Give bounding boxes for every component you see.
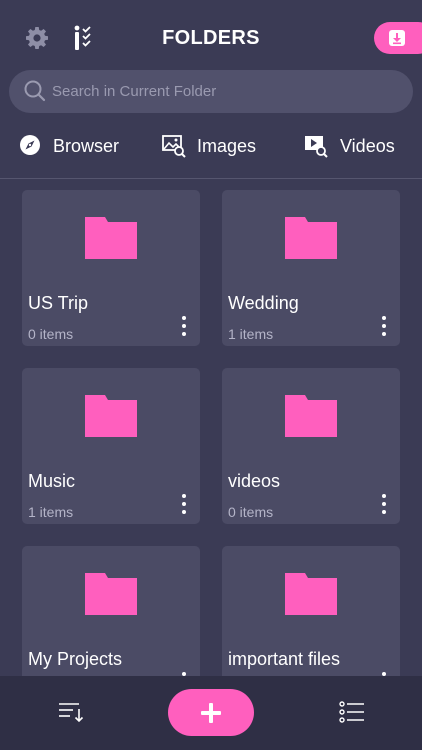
more-options-icon[interactable]	[174, 492, 194, 516]
tab-videos-label: Videos	[340, 136, 395, 156]
folder-card[interactable]: My Projects	[22, 546, 200, 676]
tab-videos[interactable]: Videos	[304, 128, 404, 164]
more-options-icon[interactable]	[374, 492, 394, 516]
folder-card[interactable]: videos 0 items	[222, 368, 400, 524]
folder-name: important files	[228, 649, 341, 669]
folder-item-count: 1 items	[228, 326, 274, 342]
more-options-icon[interactable]	[174, 314, 194, 338]
folder-card[interactable]: US Trip 0 items	[22, 190, 200, 346]
tab-browser[interactable]: Browser	[18, 128, 130, 164]
folder-name: Music	[28, 471, 76, 491]
bottom-toolbar	[0, 676, 422, 750]
folder-item-count: 0 items	[28, 326, 74, 342]
sort-icon[interactable]	[58, 701, 84, 723]
plus-icon	[201, 703, 221, 723]
folder-grid: US Trip 0 items Wedding 1 items Music 1 …	[0, 190, 422, 676]
add-button[interactable]	[168, 689, 254, 736]
folder-icon	[85, 395, 137, 437]
folder-icon	[285, 573, 337, 615]
folder-card[interactable]: important files	[222, 546, 400, 676]
folder-icon	[285, 217, 337, 259]
compass-icon	[20, 135, 40, 155]
folder-item-count: 1 items	[28, 504, 74, 520]
folder-icon	[85, 573, 137, 615]
download-icon	[389, 30, 405, 46]
folder-name: My Projects	[28, 649, 123, 669]
folder-item-count: 0 items	[228, 504, 274, 520]
folder-card[interactable]: Music 1 items	[22, 368, 200, 524]
folder-name: Wedding	[228, 293, 299, 313]
folder-icon	[285, 395, 337, 437]
folder-name: US Trip	[28, 293, 89, 313]
list-view-icon[interactable]	[339, 701, 365, 723]
page-title: FOLDERS	[162, 27, 260, 49]
folder-card[interactable]: Wedding 1 items	[222, 190, 400, 346]
image-search-icon	[162, 135, 186, 158]
search-input[interactable]	[52, 70, 392, 113]
video-search-icon	[305, 136, 328, 158]
folder-icon	[85, 217, 137, 259]
search-icon	[24, 80, 46, 102]
header: FOLDERS	[0, 0, 422, 70]
tab-browser-label: Browser	[53, 136, 120, 156]
download-button[interactable]	[374, 22, 422, 54]
tab-images-label: Images	[197, 136, 257, 156]
tab-images[interactable]: Images	[162, 128, 262, 164]
divider	[0, 178, 422, 179]
search-bar[interactable]	[9, 70, 413, 113]
more-options-icon[interactable]	[374, 314, 394, 338]
tab-bar: Browser Images Videos	[0, 128, 422, 164]
folder-name: videos	[228, 471, 281, 491]
